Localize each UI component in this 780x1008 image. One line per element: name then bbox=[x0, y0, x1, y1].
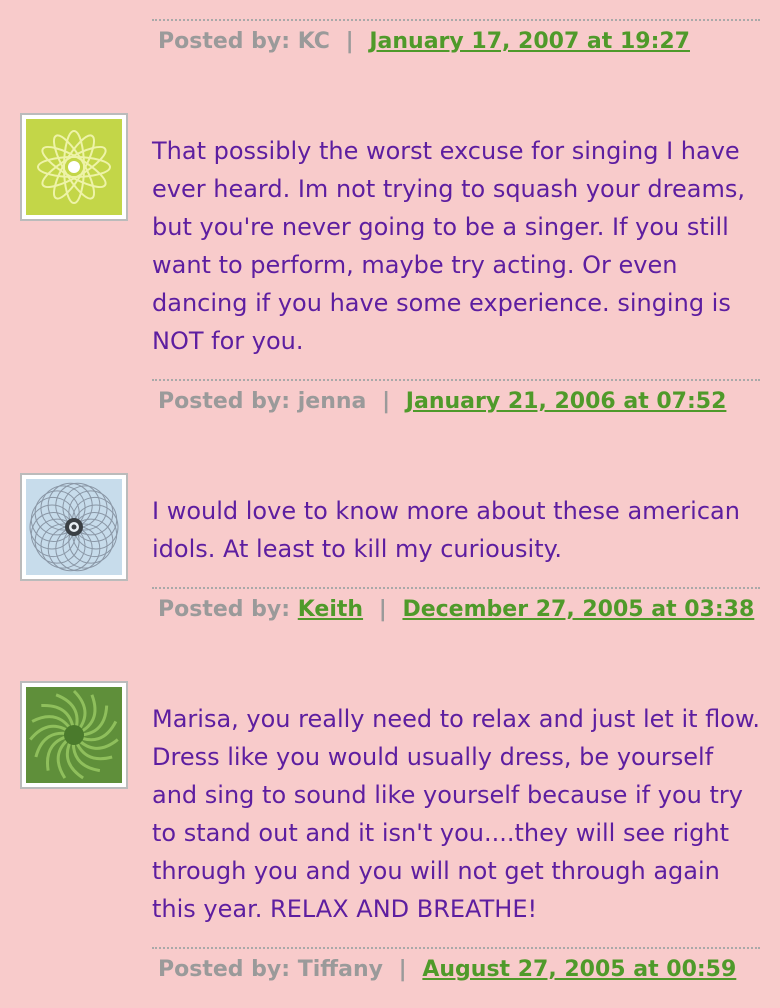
comment-byline: Posted by: KC | January 17, 2007 at 19:2… bbox=[158, 28, 690, 56]
byline-separator: | bbox=[378, 597, 387, 622]
posted-by-label: Posted by: bbox=[158, 29, 291, 54]
comment-date-link[interactable]: December 27, 2005 at 03:38 bbox=[402, 597, 754, 622]
comment-divider bbox=[152, 19, 760, 21]
posted-by-label: Posted by: bbox=[158, 389, 291, 414]
comment-divider bbox=[152, 379, 760, 381]
comment-author-link[interactable]: Keith bbox=[298, 597, 363, 622]
comment-divider bbox=[152, 587, 760, 589]
comment-author: jenna bbox=[297, 389, 367, 414]
posted-by-label: Posted by: bbox=[158, 597, 291, 622]
byline-separator: | bbox=[345, 29, 354, 54]
green-flower-avatar-icon bbox=[26, 119, 122, 215]
comment-date-link[interactable]: January 21, 2006 at 07:52 bbox=[406, 389, 727, 414]
comment-date-link[interactable]: January 17, 2007 at 19:27 bbox=[369, 29, 690, 54]
comment-body: I would love to know more about these am… bbox=[152, 497, 740, 563]
comment-byline: Posted by: Keith | December 27, 2005 at … bbox=[158, 596, 754, 624]
comment-divider bbox=[152, 947, 760, 949]
byline-separator: | bbox=[398, 957, 407, 982]
posted-by-label: Posted by: bbox=[158, 957, 291, 982]
spirograph-avatar-icon bbox=[26, 479, 122, 575]
comment-byline: Posted by: Tiffany | August 27, 2005 at … bbox=[158, 956, 736, 984]
comment-byline: Posted by: jenna | January 21, 2006 at 0… bbox=[158, 388, 726, 416]
comment-avatar bbox=[20, 473, 128, 581]
comment-body: That possibly the worst excuse for singi… bbox=[152, 137, 745, 355]
comment-author: Tiffany bbox=[297, 957, 383, 982]
comment-avatar bbox=[20, 681, 128, 789]
comment-date-link[interactable]: August 27, 2005 at 00:59 bbox=[422, 957, 736, 982]
comment-avatar bbox=[20, 113, 128, 221]
byline-separator: | bbox=[382, 389, 391, 414]
green-swirl-avatar-icon bbox=[26, 687, 122, 783]
comment-author: KC bbox=[297, 29, 330, 54]
comment-body: Marisa, you really need to relax and jus… bbox=[152, 705, 761, 923]
